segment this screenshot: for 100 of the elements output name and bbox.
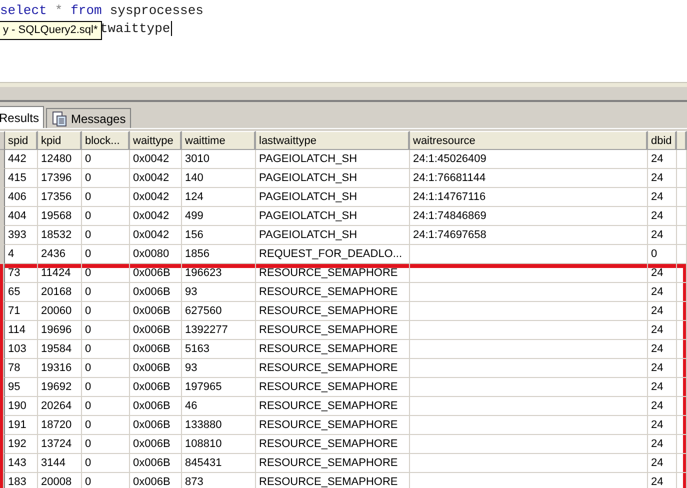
table-cell: 0 [85, 343, 92, 355]
column-header[interactable]: dbid [648, 131, 677, 150]
table-cell: PAGEIOLATCH_SH [259, 172, 358, 184]
table-cell: 46 [185, 400, 198, 412]
table-cell: 0 [85, 172, 92, 184]
table-cell: RESOURCE_SEMAPHORE [259, 438, 398, 450]
table-cell: 0x0042 [133, 229, 170, 241]
table-cell: 0 [85, 229, 92, 241]
table-cell: 20060 [41, 305, 72, 317]
table-cell: RESOURCE_SEMAPHORE [259, 324, 398, 336]
table-cell: PAGEIOLATCH_SH [259, 153, 358, 165]
table-cell: 0x006B [133, 324, 170, 336]
row-selector[interactable] [0, 150, 5, 169]
table-cell: 0 [85, 210, 92, 222]
table-cell: 0x0080 [133, 248, 170, 260]
table-cell: 0 [85, 324, 92, 336]
table-cell: 24 [651, 191, 664, 203]
table-cell: 24 [651, 362, 664, 374]
column-header[interactable]: block... [82, 131, 130, 150]
sql-operator: * [54, 3, 63, 18]
table-cell: 24 [651, 305, 664, 317]
table-cell: 0x006B [133, 419, 170, 431]
table-cell: 0 [85, 286, 92, 298]
table-cell: 24 [651, 324, 664, 336]
tooltip: y - SQLQuery2.sql* [0, 21, 102, 40]
table-cell: RESOURCE_SEMAPHORE [259, 286, 398, 298]
table-cell: 24 [651, 172, 664, 184]
column-header[interactable]: waittime [182, 131, 256, 150]
table-cell: 156 [185, 229, 204, 241]
table-cell: RESOURCE_SEMAPHORE [259, 381, 398, 393]
column-header[interactable]: spid [5, 131, 38, 150]
column-header[interactable]: kpid [38, 131, 82, 150]
table-cell: 196623 [185, 267, 222, 279]
column-header[interactable]: waitresource [410, 131, 648, 150]
table-cell: 0x006B [133, 476, 170, 488]
table-cell: 73 [8, 267, 20, 279]
table-cell: RESOURCE_SEMAPHORE [259, 457, 398, 469]
table-cell: RESOURCE_SEMAPHORE [259, 267, 398, 279]
table-cell: 0x006B [133, 267, 170, 279]
splitter-bar[interactable] [0, 87, 687, 102]
table-cell: RESOURCE_SEMAPHORE [259, 400, 398, 412]
table-cell: 24 [651, 210, 664, 222]
table-cell: 627560 [185, 305, 222, 317]
table-cell: 24 [651, 400, 664, 412]
table-cell: 0 [85, 191, 92, 203]
table-cell: 114 [8, 324, 26, 336]
table-cell: 19584 [41, 343, 72, 355]
table-cell: 183 [8, 476, 26, 488]
table-cell: 0x006B [133, 400, 170, 412]
table-cell: 20168 [41, 286, 72, 298]
table-cell: 1856 [185, 248, 210, 260]
table-cell: 0 [85, 305, 92, 317]
table-cell: 0x006B [133, 305, 170, 317]
table-cell: 95 [8, 381, 20, 393]
table-cell: 0x0042 [133, 210, 170, 222]
table-cell: 0 [651, 248, 658, 260]
table-cell: 24 [651, 457, 664, 469]
table-cell: 0 [85, 381, 92, 393]
tab[interactable]: Messages [46, 108, 131, 128]
table-cell: 19568 [41, 210, 72, 222]
table-cell: 12480 [41, 153, 72, 165]
table-cell: 133880 [185, 419, 222, 431]
table-cell: 0x0042 [133, 191, 170, 203]
table-cell: 24:1:14767116 [413, 191, 486, 203]
table-cell: 93 [185, 362, 198, 374]
document-icon [51, 110, 68, 126]
table-cell: 24 [651, 267, 664, 279]
table-cell: 0x0042 [133, 172, 170, 184]
table-cell: 0x0042 [133, 153, 170, 165]
table-cell: 124 [185, 191, 204, 203]
table-cell: REQUEST_FOR_DEADLO... [259, 248, 402, 260]
table-cell: 415 [8, 172, 26, 184]
table-cell: 0 [85, 248, 92, 260]
table-cell: 4 [8, 248, 14, 260]
table-cell: 2436 [41, 248, 66, 260]
table-cell: 442 [8, 153, 26, 165]
table-cell: 0 [85, 476, 92, 488]
sql-identifier: sysprocesses [110, 3, 204, 18]
table-cell: 3144 [41, 457, 66, 469]
table-cell: 0x006B [133, 343, 170, 355]
table-cell: 24 [651, 381, 664, 393]
table-cell: 1392277 [185, 324, 228, 336]
table-cell: 0x006B [133, 362, 170, 374]
table-cell: 24 [651, 438, 664, 450]
table-cell: 24 [651, 343, 664, 355]
table-cell: 65 [8, 286, 20, 298]
row-selector[interactable] [0, 245, 5, 264]
table-cell: 18532 [41, 229, 72, 241]
table-cell: PAGEIOLATCH_SH [259, 191, 358, 203]
column-header[interactable]: lastwaittype [256, 131, 410, 150]
table-cell: 0 [85, 153, 92, 165]
column-header[interactable]: waittype [130, 131, 182, 150]
table-cell: 20264 [41, 400, 72, 412]
table-cell: 24 [651, 476, 664, 488]
table-cell: PAGEIOLATCH_SH [259, 229, 358, 241]
table-cell: 0x006B [133, 457, 170, 469]
table-cell: 190 [8, 400, 26, 412]
table-cell: 108810 [185, 438, 222, 450]
tab[interactable]: Results [0, 106, 44, 128]
table-cell: 103 [8, 343, 26, 355]
